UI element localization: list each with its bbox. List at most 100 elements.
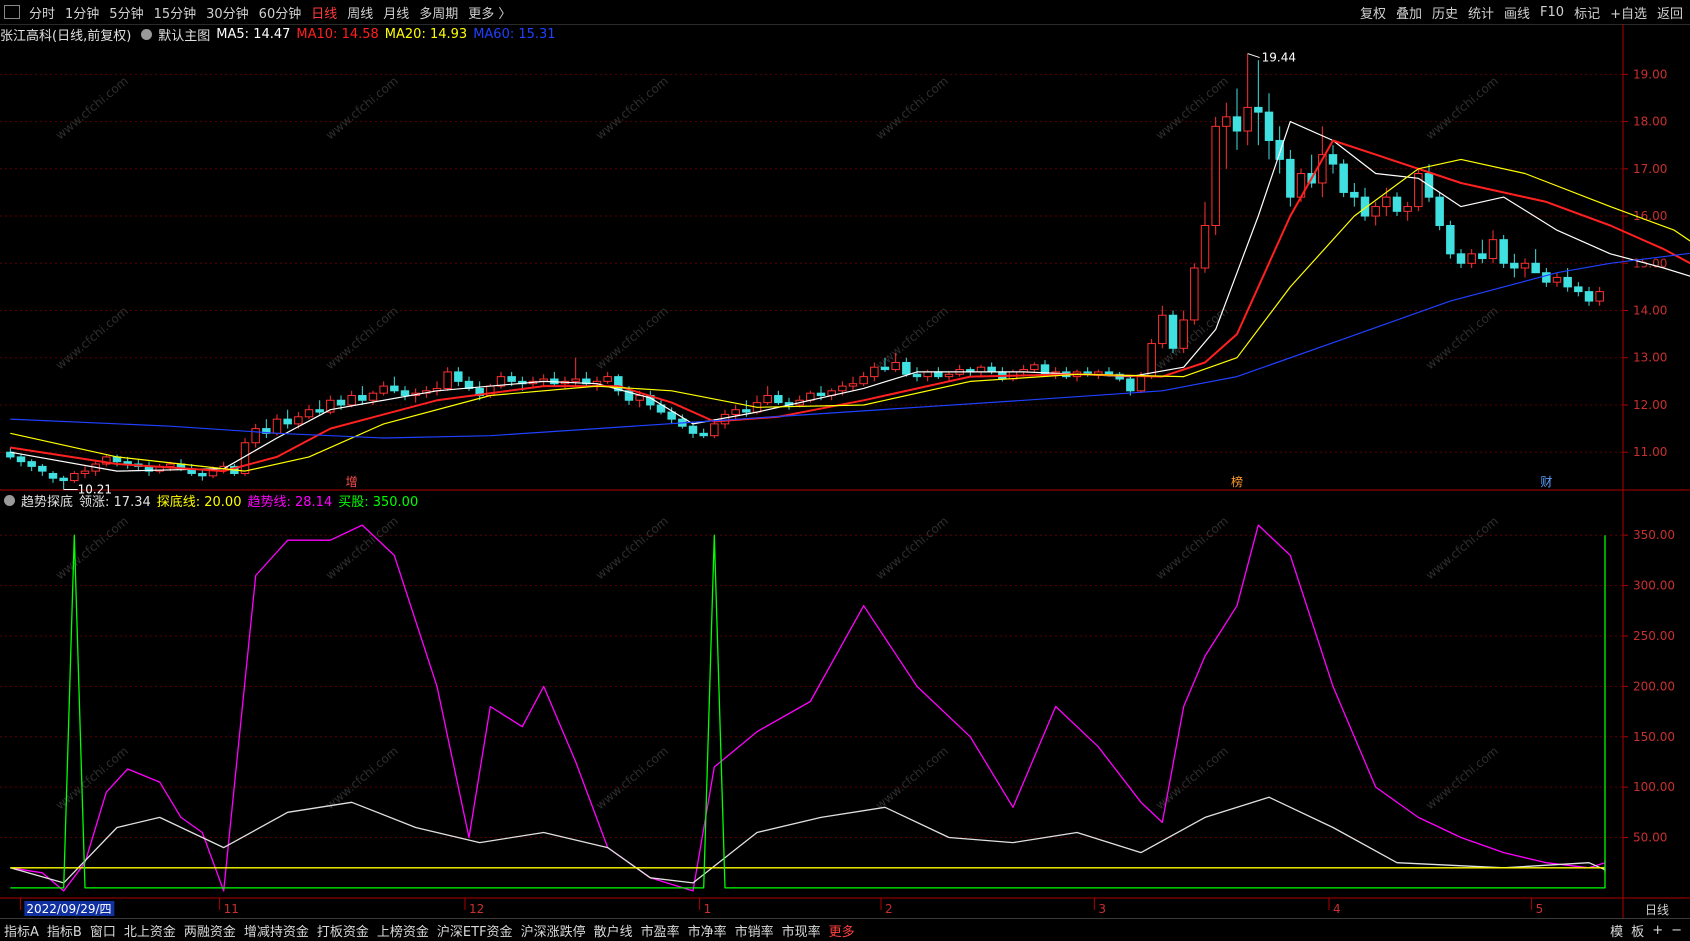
bottom-tab-0[interactable]: 指标A — [0, 921, 43, 940]
candle-body-6[interactable] — [70, 472, 79, 482]
candle-body-15[interactable] — [166, 463, 175, 467]
candle-body-68[interactable] — [731, 409, 740, 415]
bottom-tab-5[interactable]: 增减持资金 — [240, 921, 313, 940]
candle-body-131[interactable] — [1403, 206, 1412, 212]
candle-body-83[interactable] — [891, 361, 900, 371]
bottom-tab-9[interactable]: 沪深涨跌停 — [517, 921, 590, 940]
candle-body-25[interactable] — [272, 418, 282, 434]
candle-body-140[interactable] — [1499, 239, 1508, 264]
candle-body-5[interactable] — [59, 477, 68, 482]
candle-body-69[interactable] — [742, 409, 751, 413]
bottom-tab-7[interactable]: 上榜资金 — [373, 921, 433, 940]
bottom-right-button-0[interactable]: 模 — [1606, 921, 1627, 940]
candle-body-106[interactable] — [1136, 376, 1146, 392]
bottom-right-button-1[interactable]: 板 — [1627, 921, 1648, 940]
candle-body-42[interactable] — [454, 371, 463, 382]
candle-body-91[interactable] — [976, 366, 986, 373]
candle-body-109[interactable] — [1168, 314, 1178, 349]
candle-body-72[interactable] — [774, 395, 783, 404]
candle-body-120[interactable] — [1286, 158, 1295, 198]
candle-body-136[interactable] — [1456, 253, 1466, 264]
candle-body-134[interactable] — [1435, 196, 1444, 226]
candle-body-139[interactable] — [1488, 239, 1498, 260]
candle-body-138[interactable] — [1478, 253, 1487, 260]
candle-body-148[interactable] — [1584, 291, 1594, 302]
kline-chart[interactable]: 11.0012.0013.0014.0015.0016.0017.0018.00… — [0, 0, 1690, 918]
candle-body-108[interactable] — [1158, 314, 1167, 345]
candle-body-35[interactable] — [379, 385, 388, 394]
candle-body-118[interactable] — [1264, 111, 1274, 141]
candle-body-66[interactable] — [710, 423, 719, 437]
candle-body-110[interactable] — [1179, 319, 1188, 349]
candle-body-145[interactable] — [1552, 276, 1562, 283]
event-marker-1[interactable]: 榜 — [1231, 474, 1243, 489]
candle-body-1[interactable] — [16, 456, 26, 463]
candle-body-80[interactable] — [859, 376, 868, 385]
candle-body-79[interactable] — [848, 383, 858, 387]
candle-body-47[interactable] — [507, 376, 516, 382]
candle-body-112[interactable] — [1200, 224, 1210, 269]
bottom-tab-6[interactable]: 打板资金 — [313, 921, 373, 940]
candle-body-36[interactable] — [390, 385, 399, 392]
candle-body-71[interactable] — [763, 395, 772, 404]
candle-body-67[interactable] — [720, 413, 730, 425]
candle-body-78[interactable] — [838, 385, 847, 392]
candle-body-27[interactable] — [294, 416, 303, 425]
candle-body-3[interactable] — [38, 465, 47, 472]
candle-body-137[interactable] — [1467, 253, 1476, 264]
candle-body-56[interactable] — [603, 376, 612, 382]
candle-body-129[interactable] — [1382, 196, 1391, 208]
bottom-tab-2[interactable]: 窗口 — [86, 921, 120, 940]
candle-body-76[interactable] — [816, 392, 826, 397]
candle-body-86[interactable] — [923, 371, 932, 378]
candle-body-28[interactable] — [304, 409, 314, 418]
candle-body-124[interactable] — [1328, 154, 1338, 165]
candle-body-144[interactable] — [1542, 272, 1551, 283]
candle-body-116[interactable] — [1243, 106, 1252, 132]
candle-body-82[interactable] — [880, 366, 890, 371]
bottom-tab-12[interactable]: 市净率 — [684, 921, 731, 940]
candle-body-84[interactable] — [902, 361, 911, 375]
candle-body-32[interactable] — [347, 395, 356, 406]
candle-body-87[interactable] — [934, 371, 943, 378]
candle-body-107[interactable] — [1147, 343, 1156, 378]
candle-body-2[interactable] — [27, 461, 36, 467]
candle-body-92[interactable] — [987, 366, 996, 373]
event-marker-0[interactable]: 增 — [346, 475, 358, 489]
candle-body-64[interactable] — [688, 425, 698, 434]
candle-body-81[interactable] — [870, 366, 879, 378]
candle-body-143[interactable] — [1531, 262, 1540, 274]
candle-body-18[interactable] — [198, 472, 207, 477]
bottom-tab-1[interactable]: 指标B — [43, 921, 86, 940]
bottom-right-button-2[interactable]: + — [1648, 923, 1667, 938]
candle-body-31[interactable] — [336, 399, 346, 406]
candle-body-117[interactable] — [1254, 106, 1263, 113]
candle-body-105[interactable] — [1126, 378, 1135, 392]
candle-body-126[interactable] — [1350, 191, 1359, 198]
candle-body-130[interactable] — [1392, 196, 1402, 212]
candle-body-23[interactable] — [251, 428, 260, 444]
event-marker-2[interactable]: 财 — [1540, 475, 1552, 489]
candle-body-34[interactable] — [368, 392, 378, 401]
candle-body-128[interactable] — [1371, 206, 1380, 217]
candle-body-146[interactable] — [1563, 276, 1572, 288]
candle-body-41[interactable] — [443, 371, 452, 389]
bottom-tab-3[interactable]: 北上资金 — [120, 921, 180, 940]
candle-body-141[interactable] — [1510, 262, 1519, 269]
bottom-right-button-3[interactable]: − — [1667, 923, 1686, 938]
candle-body-103[interactable] — [1104, 371, 1114, 375]
bottom-tab-10[interactable]: 散户线 — [590, 921, 637, 940]
candle-body-33[interactable] — [358, 395, 367, 401]
candle-body-53[interactable] — [571, 378, 580, 382]
candle-body-37[interactable] — [400, 390, 410, 397]
bottom-tab-14[interactable]: 市现率 — [778, 921, 825, 940]
candle-body-115[interactable] — [1232, 116, 1242, 132]
candle-body-111[interactable] — [1190, 267, 1199, 321]
candle-body-119[interactable] — [1275, 139, 1284, 160]
candle-body-147[interactable] — [1574, 286, 1583, 293]
candle-body-4[interactable] — [48, 472, 58, 479]
candle-body-26[interactable] — [283, 418, 292, 425]
candle-body-113[interactable] — [1211, 125, 1220, 226]
bottom-tab-8[interactable]: 沪深ETF资金 — [433, 921, 517, 940]
candle-body-29[interactable] — [315, 409, 324, 413]
